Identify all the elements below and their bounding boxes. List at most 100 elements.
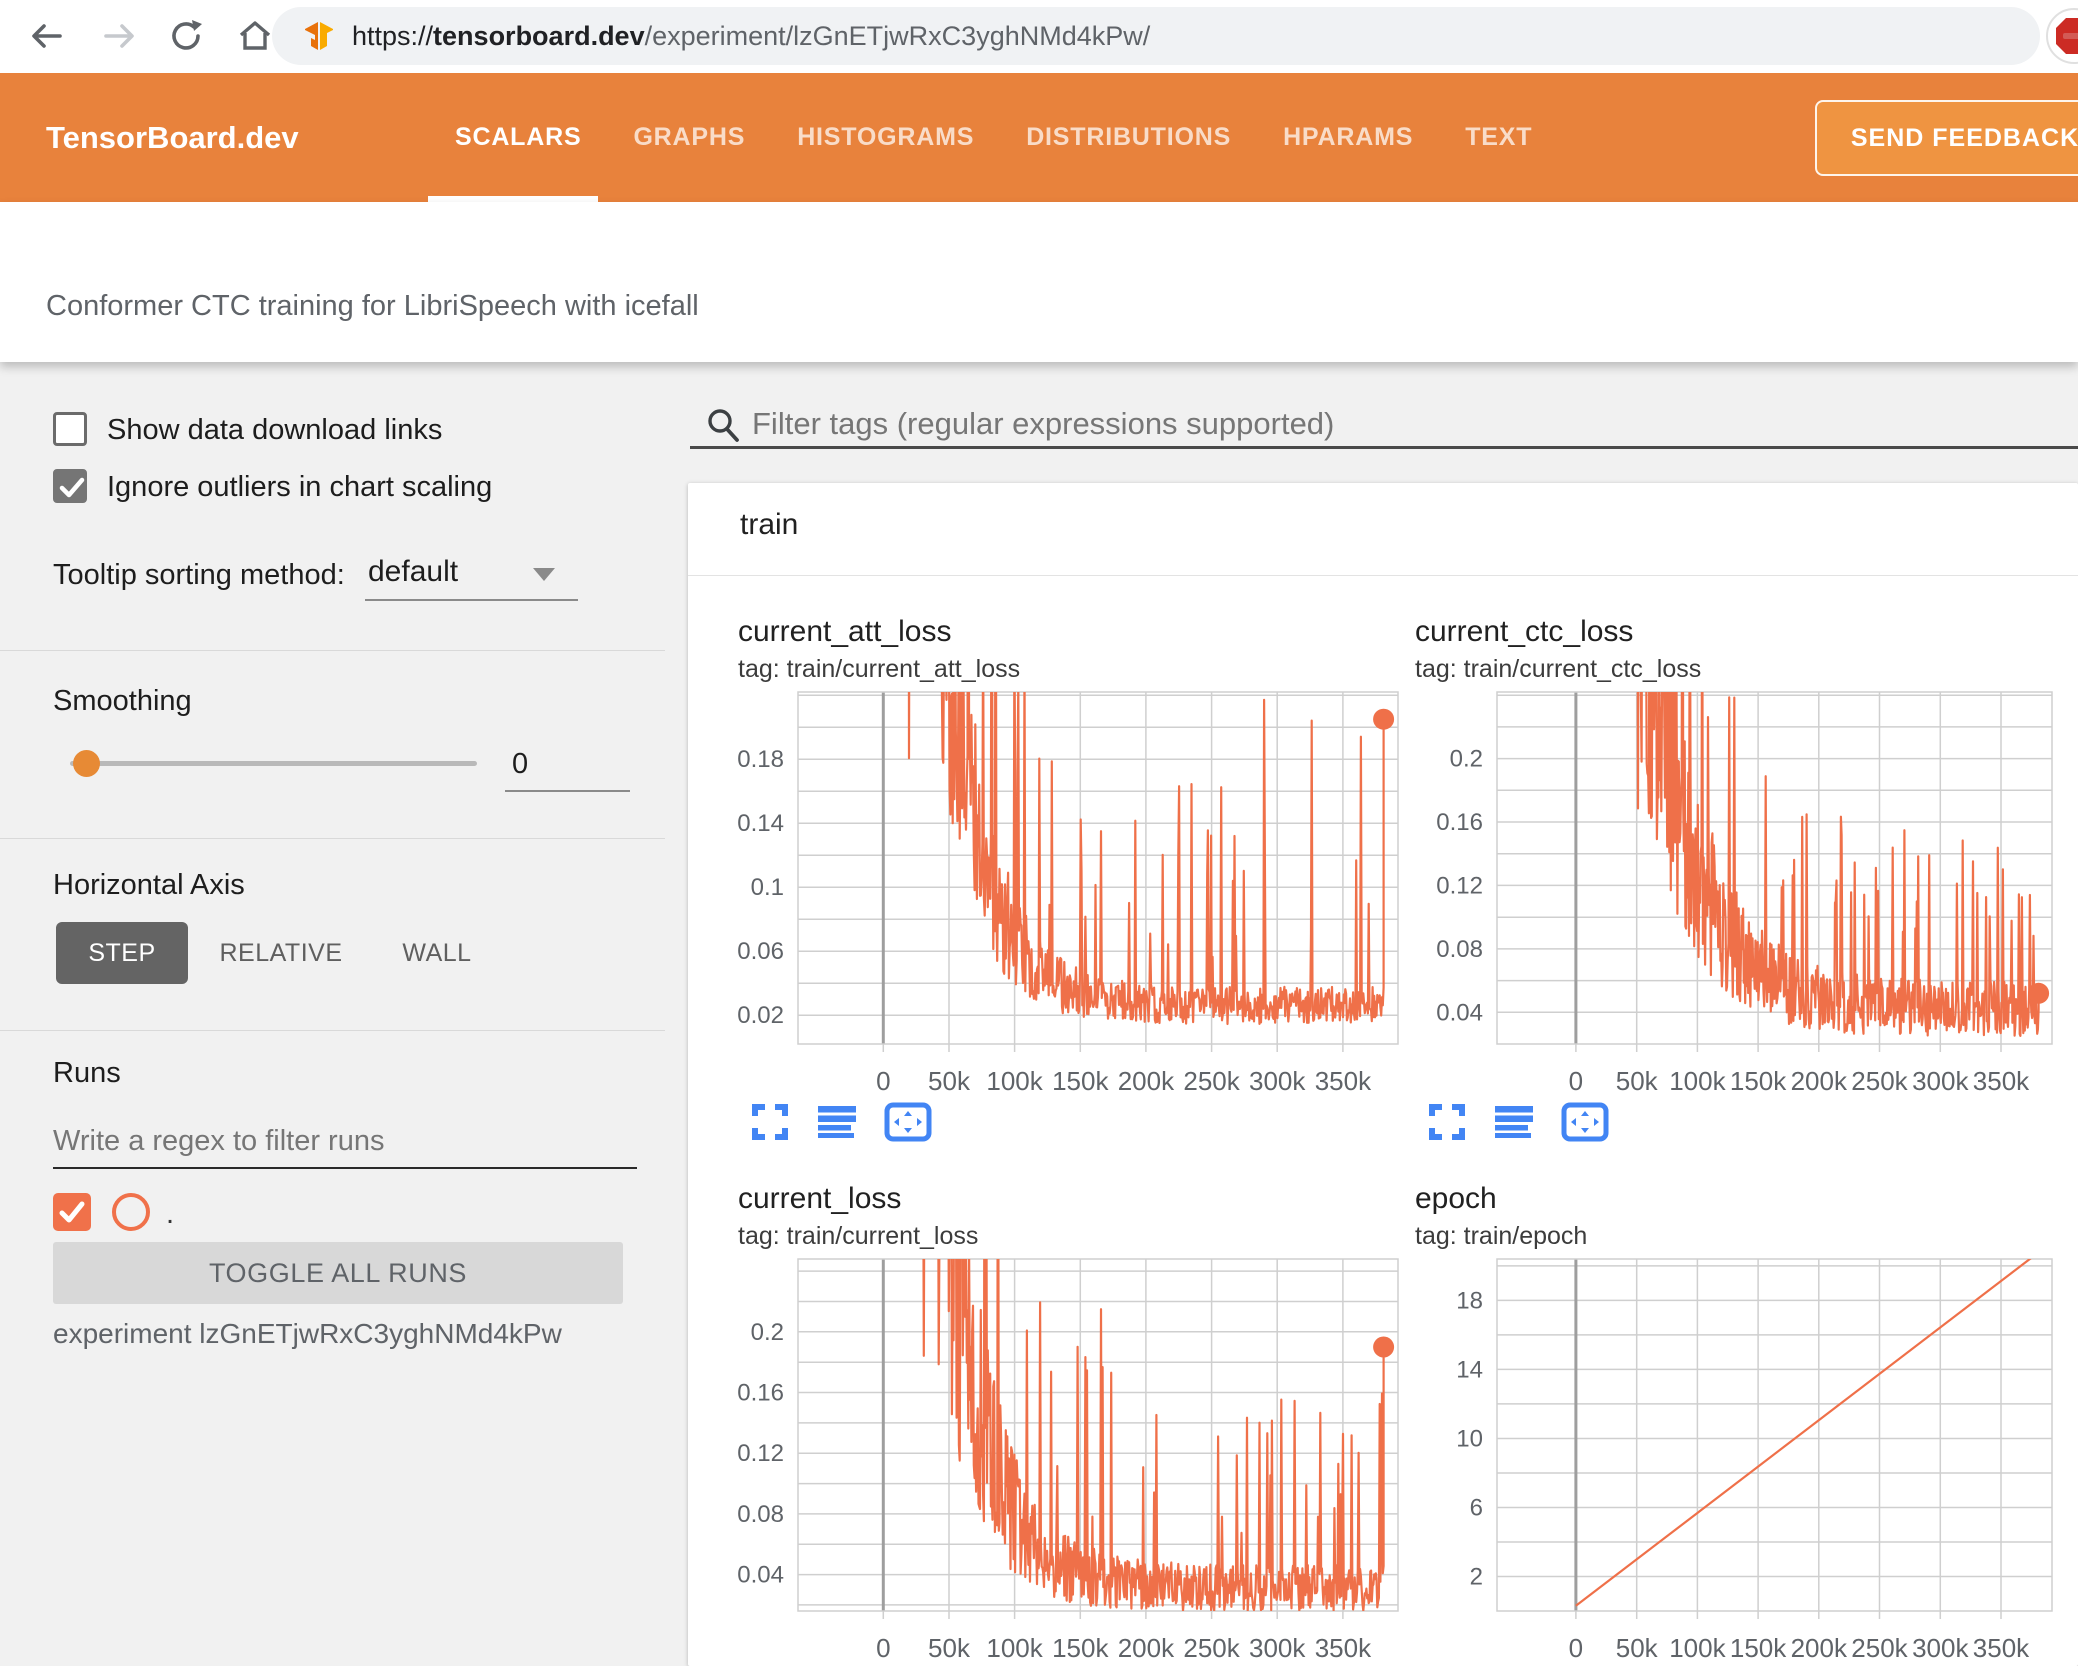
home-icon[interactable] — [236, 17, 274, 55]
ignore-outliers-label[interactable]: Ignore outliers in chart scaling — [107, 471, 492, 504]
chart-current_att_loss: current_att_loss tag: train/current_att_l… — [720, 615, 1412, 1142]
url-path: /experiment/lzGnETjwRxC3yghNMd4kPw/ — [644, 21, 1151, 51]
section-header-train[interactable]: train — [740, 508, 798, 542]
svg-text:150k: 150k — [1052, 1633, 1109, 1663]
fit-domain-icon[interactable] — [884, 1102, 932, 1142]
svg-text:50k: 50k — [928, 1633, 971, 1663]
back-icon[interactable] — [28, 17, 66, 55]
smoothing-slider-thumb[interactable] — [73, 750, 100, 777]
runs-filter-input[interactable]: Write a regex to filter runs — [53, 1125, 384, 1158]
chart-current_ctc_loss: current_ctc_loss tag: train/current_ctc_l… — [1397, 615, 2066, 1142]
svg-text:350k: 350k — [1973, 1633, 2030, 1663]
svg-text:300k: 300k — [1912, 1633, 1969, 1663]
svg-text:0.1: 0.1 — [751, 874, 784, 901]
smoothing-value[interactable]: 0 — [512, 748, 528, 781]
run-checkbox[interactable] — [53, 1193, 91, 1231]
divider — [0, 650, 665, 651]
divider — [0, 1030, 665, 1031]
tab-scalars[interactable]: SCALARS — [455, 123, 581, 152]
fullscreen-icon[interactable] — [750, 1102, 790, 1142]
tab-text[interactable]: TEXT — [1465, 123, 1532, 152]
svg-text:150k: 150k — [1730, 1066, 1787, 1096]
tooltip-sorting-underline — [365, 599, 578, 601]
svg-text:0.06: 0.06 — [737, 938, 784, 965]
fit-domain-icon[interactable] — [1561, 1102, 1609, 1142]
svg-text:14: 14 — [1456, 1356, 1483, 1383]
chart-plot-current_ctc_loss[interactable]: 0.040.080.120.160.20 50k 100k 150k 200k 250k 3… — [1397, 684, 2066, 1104]
tensorboard-page: https://tensorboard.dev/experiment/lzGnE… — [0, 0, 2078, 1666]
axis-button-wall[interactable]: WALL — [371, 922, 503, 984]
ignore-outliers-checkbox[interactable] — [53, 469, 87, 503]
svg-text:300k: 300k — [1249, 1633, 1306, 1663]
axis-button-step[interactable]: STEP — [56, 922, 188, 984]
svg-text:0.08: 0.08 — [1436, 936, 1483, 963]
url-bar[interactable]: https://tensorboard.dev/experiment/lzGnE… — [272, 7, 2040, 65]
experiment-title-band: Conformer CTC training for LibriSpeech w… — [0, 202, 2078, 362]
tab-histograms[interactable]: HISTOGRAMS — [797, 123, 974, 152]
tab-hparams[interactable]: HPARAMS — [1283, 123, 1413, 152]
svg-text:0.18: 0.18 — [737, 746, 784, 773]
tooltip-sorting-label: Tooltip sorting method: — [53, 559, 345, 591]
smoothing-slider-track[interactable] — [70, 761, 477, 766]
app-bar: TensorBoard.dev SCALARS GRAPHS HISTOGRAMS D… — [0, 73, 2078, 202]
data-table-icon[interactable] — [1493, 1102, 1535, 1142]
svg-text:0: 0 — [876, 1066, 890, 1096]
url-scheme: https:// — [352, 21, 434, 51]
chart-toolbar — [750, 1102, 932, 1142]
chart-title: current_ctc_loss — [1415, 615, 1634, 648]
chart-tag: tag: train/current_ctc_loss — [1415, 655, 1702, 683]
chart-current_loss: current_loss tag: train/current_loss 0.04 0… — [720, 1182, 1412, 1666]
forward-icon[interactable] — [100, 17, 138, 55]
send-feedback-button[interactable]: SEND FEEDBACK — [1815, 100, 2078, 176]
tooltip-sorting-select[interactable]: default — [368, 555, 458, 589]
axis-button-relative[interactable]: RELATIVE — [215, 922, 347, 984]
chart-toolbar — [1427, 1102, 1609, 1142]
chart-title: current_loss — [738, 1182, 902, 1215]
filter-tags-input[interactable]: Filter tags (regular expressions support… — [752, 406, 1334, 442]
toggle-all-runs-button[interactable]: TOGGLE ALL RUNS — [53, 1242, 623, 1304]
svg-text:350k: 350k — [1315, 1066, 1372, 1096]
run-color-swatch — [112, 1193, 150, 1231]
svg-text:50k: 50k — [1616, 1066, 1659, 1096]
divider — [0, 838, 665, 839]
chart-plot-current_att_loss[interactable]: 0.02 0.06 0.1 0.14 0.18 0 50k 100k 150k 200k 250k 3… — [720, 684, 1412, 1104]
extension-icon[interactable] — [2046, 8, 2078, 64]
svg-text:200k: 200k — [1118, 1066, 1175, 1096]
svg-text:0.2: 0.2 — [1450, 746, 1483, 773]
show-download-checkbox[interactable] — [53, 412, 87, 446]
svg-text:0.16: 0.16 — [737, 1380, 784, 1407]
chart-tag: tag: train/current_att_loss — [738, 655, 1021, 683]
check-icon — [59, 1201, 85, 1223]
chart-title: current_att_loss — [738, 615, 952, 648]
svg-text:0.12: 0.12 — [737, 1440, 784, 1467]
browser-chrome: https://tensorboard.dev/experiment/lzGnE… — [0, 0, 2078, 73]
card-divider — [688, 575, 2078, 576]
svg-text:10: 10 — [1456, 1426, 1483, 1453]
data-table-icon[interactable] — [816, 1102, 858, 1142]
fullscreen-icon[interactable] — [1427, 1102, 1467, 1142]
smoothing-value-underline — [505, 790, 630, 792]
search-icon — [708, 409, 739, 442]
svg-text:100k: 100k — [1669, 1066, 1726, 1096]
svg-text:250k: 250k — [1183, 1633, 1240, 1663]
svg-text:2: 2 — [1470, 1564, 1483, 1591]
smoothing-label: Smoothing — [53, 685, 192, 717]
svg-text:100k: 100k — [1669, 1633, 1726, 1663]
svg-text:200k: 200k — [1791, 1633, 1848, 1663]
svg-text:0.2: 0.2 — [751, 1319, 784, 1346]
svg-text:0.16: 0.16 — [1436, 809, 1483, 836]
svg-text:350k: 350k — [1973, 1066, 2030, 1096]
nav-tabs: SCALARS GRAPHS HISTOGRAMS DISTRIBUTIONS HPAR… — [455, 73, 1532, 202]
runs-filter-underline — [53, 1167, 637, 1169]
chevron-down-icon[interactable] — [533, 568, 555, 581]
svg-text:50k: 50k — [1616, 1633, 1659, 1663]
reload-icon[interactable] — [168, 17, 206, 55]
run-name: . — [166, 1198, 175, 1230]
chart-plot-epoch[interactable]: 2 6 10 14 18 0 50k 100k 150k 200k 250k 300k 350k — [1397, 1251, 2066, 1666]
show-download-label[interactable]: Show data download links — [107, 414, 442, 447]
tensorboard-favicon — [305, 22, 333, 50]
tab-graphs[interactable]: GRAPHS — [633, 123, 745, 152]
chart-tag: tag: train/epoch — [1415, 1222, 1588, 1250]
tab-distributions[interactable]: DISTRIBUTIONS — [1026, 123, 1231, 152]
chart-plot-current_loss[interactable]: 0.04 0.08 0.12 0.16 0.2 0 50k 100k 150k 200k 250k 3… — [720, 1251, 1412, 1666]
